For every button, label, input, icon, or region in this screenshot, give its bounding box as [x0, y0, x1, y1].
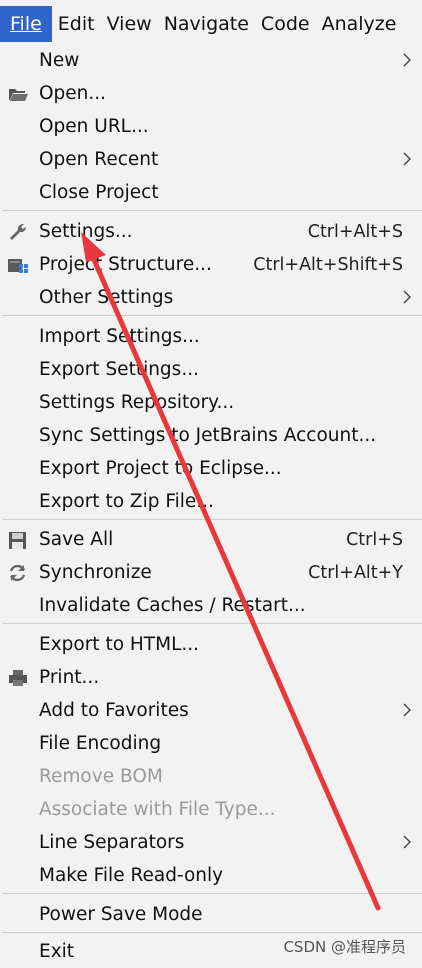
menu-item-label: Save All — [39, 529, 114, 550]
menu-item-label: Exit — [39, 941, 75, 962]
menu-item-label: Make File Read-only — [39, 865, 224, 886]
menu-edit-label: Edit — [57, 13, 95, 35]
menu-navigate[interactable]: Navigate — [158, 6, 255, 42]
menu-item-label: Power Save Mode — [39, 904, 203, 925]
menu-item-label: Export Settings... — [39, 359, 199, 380]
folder-open-icon — [9, 89, 28, 101]
menu-item-label: Synchronize — [39, 562, 152, 583]
menu-item-line-separators[interactable]: Line Separators — [0, 826, 422, 859]
menu-item-label: Add to Favorites — [39, 700, 189, 721]
menu-item-make-read-only[interactable]: Make File Read-only — [0, 859, 422, 892]
menu-item-settings[interactable]: Settings... Ctrl+Alt+S — [0, 215, 422, 248]
printer-icon — [9, 670, 27, 686]
menu-file[interactable]: File — [0, 6, 52, 42]
menu-item-print[interactable]: Print... — [0, 661, 422, 694]
chevron-right-icon — [403, 290, 411, 304]
menu-item-label: Export to HTML... — [39, 634, 200, 655]
menu-item-shortcut: Ctrl+Alt+Shift+S — [253, 254, 403, 275]
menu-navigate-label: Navigate — [163, 13, 249, 35]
menu-item-add-favorites[interactable]: Add to Favorites — [0, 694, 422, 727]
file-menu: New Open... Open URL... Open Recent Clos… — [0, 42, 422, 967]
menu-item-shortcut: Ctrl+Alt+Y — [308, 562, 403, 583]
menu-code-label: Code — [260, 13, 310, 35]
menu-edit[interactable]: Edit — [52, 6, 101, 42]
menu-item-label: Close Project — [39, 182, 159, 203]
menu-analyze[interactable]: Analyze — [316, 6, 403, 42]
menu-item-label: Sync Settings to JetBrains Account... — [39, 425, 377, 446]
menu-item-label: Print... — [39, 667, 100, 688]
menu-separator — [2, 210, 422, 211]
menu-item-save-all[interactable]: Save All Ctrl+S — [0, 523, 422, 556]
chevron-right-icon — [403, 53, 411, 67]
menu-code[interactable]: Code — [255, 6, 316, 42]
sync-icon — [9, 564, 26, 582]
menu-separator — [2, 519, 422, 520]
menu-item-label: Open... — [39, 83, 107, 104]
menu-item-associate-file-type: Associate with File Type... — [0, 793, 422, 826]
menu-item-synchronize[interactable]: Synchronize Ctrl+Alt+Y — [0, 556, 422, 589]
menu-item-label: Remove BOM — [39, 766, 163, 787]
menu-item-shortcut: Ctrl+Alt+S — [307, 221, 403, 242]
menu-item-export-html[interactable]: Export to HTML... — [0, 628, 422, 661]
menu-item-invalidate-caches[interactable]: Invalidate Caches / Restart... — [0, 589, 422, 622]
watermark: CSDN @准程序员 — [283, 938, 406, 956]
chevron-right-icon — [403, 835, 411, 849]
menu-item-close-project[interactable]: Close Project — [0, 176, 422, 209]
menu-item-shortcut: Ctrl+S — [346, 529, 403, 550]
menu-separator — [2, 623, 422, 624]
menu-item-label: Import Settings... — [39, 326, 200, 347]
menu-item-project-structure[interactable]: Project Structure... Ctrl+Alt+Shift+S — [0, 248, 422, 281]
menu-item-other-settings[interactable]: Other Settings — [0, 281, 422, 314]
save-icon — [9, 532, 26, 549]
project-structure-icon — [8, 259, 28, 273]
menu-item-label: Line Separators — [39, 832, 185, 853]
menu-item-label: File Encoding — [39, 733, 162, 754]
menu-file-label: File — [10, 13, 42, 35]
menu-item-label: Export Project to Eclipse... — [39, 458, 282, 479]
menu-item-export-eclipse[interactable]: Export Project to Eclipse... — [0, 452, 422, 485]
menu-separator — [2, 893, 422, 894]
menu-view-label: View — [106, 13, 152, 35]
menu-item-open-url[interactable]: Open URL... — [0, 110, 422, 143]
menu-item-settings-repository[interactable]: Settings Repository... — [0, 386, 422, 419]
menu-item-remove-bom: Remove BOM — [0, 760, 422, 793]
menu-view[interactable]: View — [101, 6, 158, 42]
menu-item-label: Settings... — [39, 221, 133, 242]
menu-item-label: Open Recent — [39, 149, 159, 170]
menu-analyze-label: Analyze — [321, 13, 397, 35]
menu-item-label: Export to Zip File... — [39, 491, 214, 512]
menu-item-label: Associate with File Type... — [39, 799, 276, 820]
menu-item-new[interactable]: New — [0, 44, 422, 77]
menu-item-label: Invalidate Caches / Restart... — [39, 595, 306, 616]
menu-item-import-settings[interactable]: Import Settings... — [0, 320, 422, 353]
menu-item-label: Open URL... — [39, 116, 149, 137]
menu-item-label: Settings Repository... — [39, 392, 235, 413]
menu-item-open[interactable]: Open... — [0, 77, 422, 110]
menu-item-open-recent[interactable]: Open Recent — [0, 143, 422, 176]
chevron-right-icon — [403, 703, 411, 717]
menu-item-label: Project Structure... — [39, 254, 212, 275]
chevron-right-icon — [403, 152, 411, 166]
menu-item-sync-settings[interactable]: Sync Settings to JetBrains Account... — [0, 419, 422, 452]
menu-separator — [2, 932, 422, 933]
menu-item-power-save[interactable]: Power Save Mode — [0, 898, 422, 931]
menu-item-export-zip[interactable]: Export to Zip File... — [0, 485, 422, 518]
wrench-icon — [10, 223, 27, 240]
menu-item-export-settings[interactable]: Export Settings... — [0, 353, 422, 386]
menu-separator — [2, 315, 422, 316]
menu-item-label: New — [39, 50, 80, 71]
menu-item-file-encoding[interactable]: File Encoding — [0, 727, 422, 760]
menu-bar: File Edit View Navigate Code Analyze — [0, 0, 422, 43]
menu-item-label: Other Settings — [39, 287, 174, 308]
